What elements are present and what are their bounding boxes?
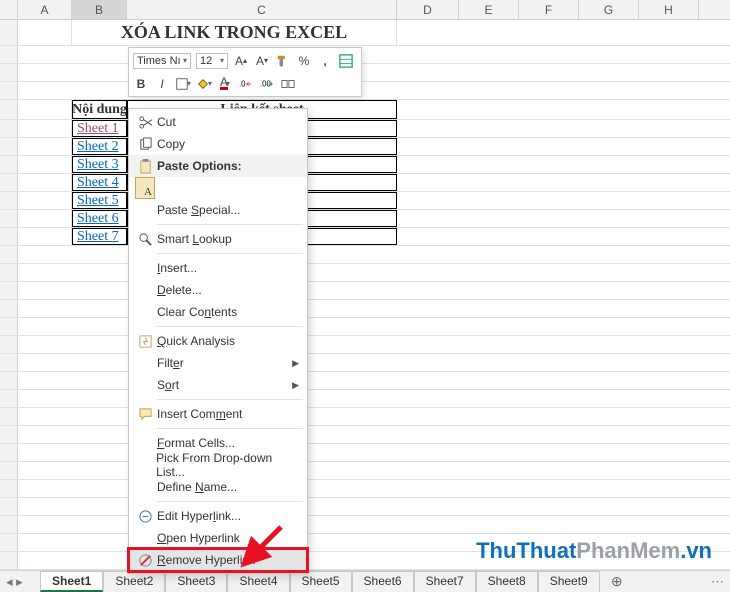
menu-insert-comment[interactable]: Insert Comment (129, 403, 307, 425)
menu-paste-special[interactable]: Paste Special... (129, 199, 307, 221)
menu-label: Sort (157, 378, 179, 392)
clipboard-icon (133, 159, 157, 174)
col-B[interactable]: B (72, 0, 127, 19)
table-header-col1: Nội dung (72, 100, 127, 119)
menu-label: Filter (157, 356, 184, 370)
sheet-tab-bar: ◂ ▸ Sheet1Sheet2Sheet3Sheet4Sheet5Sheet6… (0, 570, 730, 592)
comment-icon (133, 407, 157, 422)
menu-paste-keep-text[interactable]: A (129, 177, 307, 199)
menu-define-name[interactable]: Define Name... (129, 476, 307, 498)
menu-quick-analysis[interactable]: Quick Analysis (129, 330, 307, 352)
percent-icon[interactable]: % (296, 53, 312, 69)
svg-text:.0: .0 (239, 79, 246, 88)
col-H[interactable]: H (639, 0, 699, 19)
increase-font-icon[interactable]: A▴ (233, 53, 249, 69)
hyperlink-cell[interactable]: Sheet 3 (72, 156, 127, 173)
sheet-title: XÓA LINK TRONG EXCEL (72, 20, 397, 45)
hyperlink-cell[interactable]: Sheet 7 (72, 228, 127, 245)
col-C[interactable]: C (127, 0, 397, 19)
menu-label: Insert Comment (157, 407, 242, 421)
column-header-row: A B C D E F G H (0, 0, 730, 20)
col-F[interactable]: F (519, 0, 579, 19)
menu-label: Paste Special... (157, 203, 240, 217)
menu-label: Cut (157, 115, 176, 129)
menu-clear-contents[interactable]: Clear Contents (129, 301, 307, 323)
sheet-tab-sheet5[interactable]: Sheet5 (290, 571, 352, 592)
font-size-dropdown[interactable]: 12▾ (196, 53, 228, 69)
hyperlink-cell[interactable]: Sheet 6 (72, 210, 127, 227)
sheet-tab-sheet3[interactable]: Sheet3 (165, 571, 227, 592)
format-table-icon[interactable] (338, 53, 354, 69)
menu-label: Copy (157, 137, 185, 151)
grid-area[interactable]: XÓA LINK TRONG EXCEL Nội dung Liên kết s… (0, 20, 730, 570)
col-G[interactable]: G (579, 0, 639, 19)
hyperlink-cell[interactable]: Sheet 4 (72, 174, 127, 191)
menu-label: Clear Contents (157, 305, 237, 319)
menu-label: Format Cells... (157, 436, 235, 450)
submenu-arrow-icon: ▶ (292, 380, 299, 391)
font-family-dropdown[interactable]: Times Nı▾ (133, 53, 191, 69)
col-E[interactable]: E (459, 0, 519, 19)
hyperlink-cell[interactable]: Sheet 1 (72, 120, 127, 137)
col-A[interactable]: A (18, 0, 72, 19)
add-sheet-button[interactable]: ⊕ (606, 573, 628, 590)
menu-smart-lookup[interactable]: Smart Lookup (129, 228, 307, 250)
menu-copy[interactable]: Copy (129, 133, 307, 155)
sheet-tab-sheet4[interactable]: Sheet4 (227, 571, 289, 592)
menu-label: Pick From Drop-down List... (156, 451, 299, 479)
menu-label: Paste Options: (157, 159, 242, 173)
menu-pick-list[interactable]: Pick From Drop-down List... (129, 454, 307, 476)
hyperlink-cell[interactable]: Sheet 2 (72, 138, 127, 155)
menu-label: Edit Hyperlink... (157, 509, 241, 523)
menu-label: Smart Lookup (157, 232, 232, 246)
decrease-font-icon[interactable]: A▾ (254, 53, 270, 69)
menu-delete[interactable]: Delete... (129, 279, 307, 301)
link-icon (133, 509, 157, 524)
menu-label: Quick Analysis (157, 334, 235, 348)
menu-paste-options: Paste Options: (129, 155, 307, 177)
paste-a-icon: A (133, 177, 157, 199)
submenu-arrow-icon: ▶ (292, 358, 299, 369)
increase-decimal-icon[interactable]: .00 (259, 76, 275, 92)
col-D[interactable]: D (397, 0, 459, 19)
watermark: ThuThuatPhanMem.vn (476, 538, 712, 564)
font-color-icon[interactable]: A▾ (217, 76, 233, 92)
merge-icon[interactable] (280, 76, 296, 92)
sheet-tab-sheet2[interactable]: Sheet2 (103, 571, 165, 592)
border-icon[interactable]: ▾ (175, 76, 191, 92)
menu-cut[interactable]: Cut (129, 111, 307, 133)
annotation-arrow (236, 522, 286, 572)
menu-label: Define Name... (157, 480, 237, 494)
copy-icon (133, 137, 157, 152)
tab-scroll[interactable]: ⋯ (711, 574, 724, 590)
sheet-tab-sheet9[interactable]: Sheet9 (538, 571, 600, 592)
scissors-icon (133, 115, 157, 130)
menu-label: Open Hyperlink (157, 531, 240, 545)
menu-insert[interactable]: Insert... (129, 257, 307, 279)
sheet-tab-sheet7[interactable]: Sheet7 (414, 571, 476, 592)
context-menu: Cut Copy Paste Options:APaste Special... Sm… (128, 108, 308, 574)
sheet-tab-sheet6[interactable]: Sheet6 (352, 571, 414, 592)
comma-icon[interactable]: , (317, 53, 333, 69)
bold-icon[interactable]: B (133, 76, 149, 92)
menu-label: Insert... (157, 261, 197, 275)
hyperlink-cell[interactable]: Sheet 5 (72, 192, 127, 209)
italic-icon[interactable]: I (154, 76, 170, 92)
search-icon (133, 232, 157, 247)
sheet-tab-sheet8[interactable]: Sheet8 (476, 571, 538, 592)
sheet-tab-sheet1[interactable]: Sheet1 (40, 571, 103, 592)
mini-toolbar: Times Nı▾ 12▾ A▴ A▾ % , B I ▾ ▾ A▾ .0 .0… (128, 47, 362, 97)
fill-color-icon[interactable]: ▾ (196, 76, 212, 92)
quick-icon (133, 334, 157, 349)
menu-filter[interactable]: Filter ▶ (129, 352, 307, 374)
decrease-decimal-icon[interactable]: .0 (238, 76, 254, 92)
tab-nav-arrows[interactable]: ◂ ▸ (6, 574, 23, 590)
select-all-corner[interactable] (0, 0, 18, 19)
unlink-icon (133, 553, 157, 568)
menu-sort[interactable]: Sort ▶ (129, 374, 307, 396)
menu-label: Delete... (157, 283, 202, 297)
format-painter-icon[interactable] (275, 53, 291, 69)
